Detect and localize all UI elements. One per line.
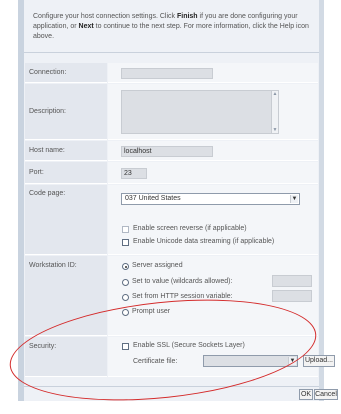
port-value: 23 (124, 170, 132, 177)
workstation-label: Workstation ID: (25, 256, 107, 336)
ws-http-radio[interactable] (122, 294, 129, 301)
screen-reverse-label: Enable screen reverse (if applicable) (133, 225, 247, 232)
intro-text: Configure your host connection settings.… (33, 12, 316, 42)
ssl-checkbox[interactable] (122, 343, 129, 350)
ws-value-label: Set to value (wildcards allowed): (132, 278, 233, 285)
left-margin (0, 0, 18, 401)
unicode-checkbox[interactable] (122, 239, 129, 246)
intro-next: Next (78, 23, 94, 30)
hostname-label: Host name: (25, 141, 107, 161)
right-margin (324, 0, 341, 401)
ssl-label: Enable SSL (Secure Sockets Layer) (133, 342, 245, 349)
ws-server-label: Server assigned (132, 262, 183, 269)
ws-server-radio[interactable] (122, 263, 129, 270)
scroll-down-icon[interactable]: ▼ (272, 127, 278, 133)
scroll-up-icon[interactable]: ▲ (272, 91, 278, 97)
port-input[interactable]: 23 (121, 168, 147, 179)
chevron-down-icon[interactable]: ▼ (290, 195, 298, 203)
codepage-value: 037 United States (125, 195, 181, 202)
intro-part1: Configure your host connection settings.… (33, 13, 177, 20)
ws-value-radio[interactable] (122, 279, 129, 286)
port-label: Port: (25, 162, 107, 184)
ok-button[interactable]: OK (299, 389, 313, 400)
description-scrollbar[interactable]: ▲ ▼ (271, 91, 278, 133)
ws-prompt-radio[interactable] (122, 309, 129, 316)
upload-button[interactable]: Upload... (303, 355, 335, 367)
intro-finish: Finish (176, 13, 198, 20)
chevron-down-icon[interactable]: ▼ (288, 357, 296, 365)
divider (24, 52, 319, 53)
unicode-label: Enable Unicode data streaming (if applic… (133, 238, 275, 245)
ws-http-label: Set from HTTP session variable: (132, 293, 233, 300)
description-textarea[interactable]: ▲ ▼ (121, 90, 279, 134)
description-label: Description: (25, 84, 107, 140)
connection-label: Connection: (25, 63, 107, 83)
cert-label: Certificate file: (133, 358, 178, 365)
codepage-select[interactable]: 037 United States ▼ (121, 193, 300, 205)
button-bar (24, 386, 319, 401)
ws-value-input[interactable] (272, 275, 312, 287)
hostname-value: localhost (124, 148, 152, 155)
hostname-input[interactable]: localhost (121, 146, 213, 157)
ws-http-input[interactable] (272, 290, 312, 302)
security-label: Security: (25, 337, 107, 377)
cancel-button[interactable]: Cancel (314, 389, 338, 400)
ws-prompt-label: Prompt user (132, 308, 171, 315)
codepage-label: Code page: (25, 185, 107, 255)
screen-reverse-checkbox[interactable] (122, 226, 129, 233)
connection-input[interactable] (121, 68, 213, 79)
cert-select[interactable]: ▼ (203, 355, 298, 367)
